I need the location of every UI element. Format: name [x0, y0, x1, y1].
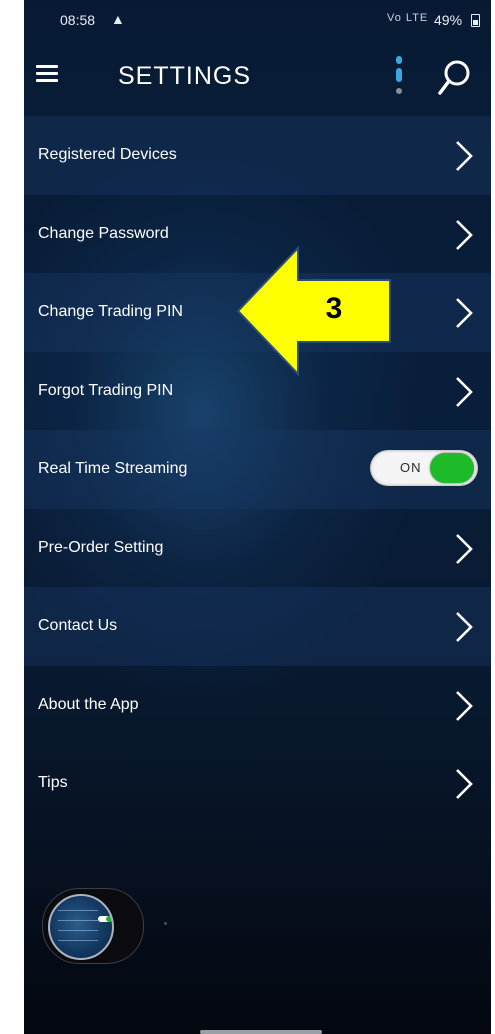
- more-options-icon[interactable]: [394, 56, 404, 100]
- row-label: Change Trading PIN: [38, 303, 183, 320]
- page-title: SETTINGS: [118, 62, 252, 90]
- home-indicator[interactable]: [200, 1030, 322, 1034]
- chevron-right-icon: [456, 298, 473, 328]
- preview-toggle-icon: [98, 916, 112, 922]
- search-icon[interactable]: [437, 58, 471, 98]
- row-real-time-streaming: Real Time Streaming ON: [24, 430, 491, 509]
- app-header: SETTINGS: [24, 40, 491, 116]
- status-time: 08:58: [60, 12, 96, 28]
- row-label: Change Password: [38, 224, 169, 242]
- preview-image: [48, 894, 114, 960]
- row-label: Registered Devices: [38, 146, 177, 163]
- chevron-right-icon: [456, 376, 473, 407]
- chevron-right-icon: [456, 141, 473, 171]
- settings-list: Registered Devices Change Password Chang…: [24, 116, 491, 823]
- chevron-right-icon: [456, 219, 473, 250]
- streaming-toggle[interactable]: ON: [370, 450, 478, 486]
- row-label: About the App: [38, 695, 139, 713]
- signal-icon: Vo LTE: [387, 12, 429, 24]
- hamburger-menu-icon[interactable]: [36, 65, 58, 83]
- chevron-right-icon: [456, 612, 473, 642]
- annotation-arrow: [236, 246, 391, 376]
- row-about-the-app[interactable]: About the App: [24, 665, 491, 744]
- floating-preview-thumbnail[interactable]: [42, 888, 144, 964]
- row-label: Forgot Trading PIN: [38, 381, 174, 399]
- toggle-knob: [430, 453, 474, 483]
- row-label: Tips: [38, 774, 68, 791]
- row-registered-devices[interactable]: Registered Devices: [24, 116, 491, 195]
- chevron-right-icon: [456, 769, 473, 799]
- annotation-number: 3: [325, 292, 343, 325]
- row-tips[interactable]: Tips: [24, 744, 491, 823]
- page-dot: [164, 922, 167, 925]
- warning-icon: ▲: [111, 11, 125, 27]
- chevron-right-icon: [456, 533, 473, 564]
- row-label: Contact Us: [38, 617, 118, 634]
- row-label: Real Time Streaming: [38, 460, 188, 477]
- row-contact-us[interactable]: Contact Us: [24, 587, 491, 666]
- battery-icon: [471, 14, 480, 27]
- row-pre-order-setting[interactable]: Pre-Order Setting: [24, 508, 491, 587]
- row-label: Pre-Order Setting: [38, 538, 164, 556]
- status-bar: 08:58 ▲ Vo LTE 49%: [24, 0, 491, 38]
- toggle-state-label: ON: [400, 460, 422, 475]
- battery-percent: 49%: [434, 12, 463, 28]
- chevron-right-icon: [456, 690, 473, 721]
- app-screen: 08:58 ▲ Vo LTE 49% SETTINGS Registered D…: [24, 0, 491, 1034]
